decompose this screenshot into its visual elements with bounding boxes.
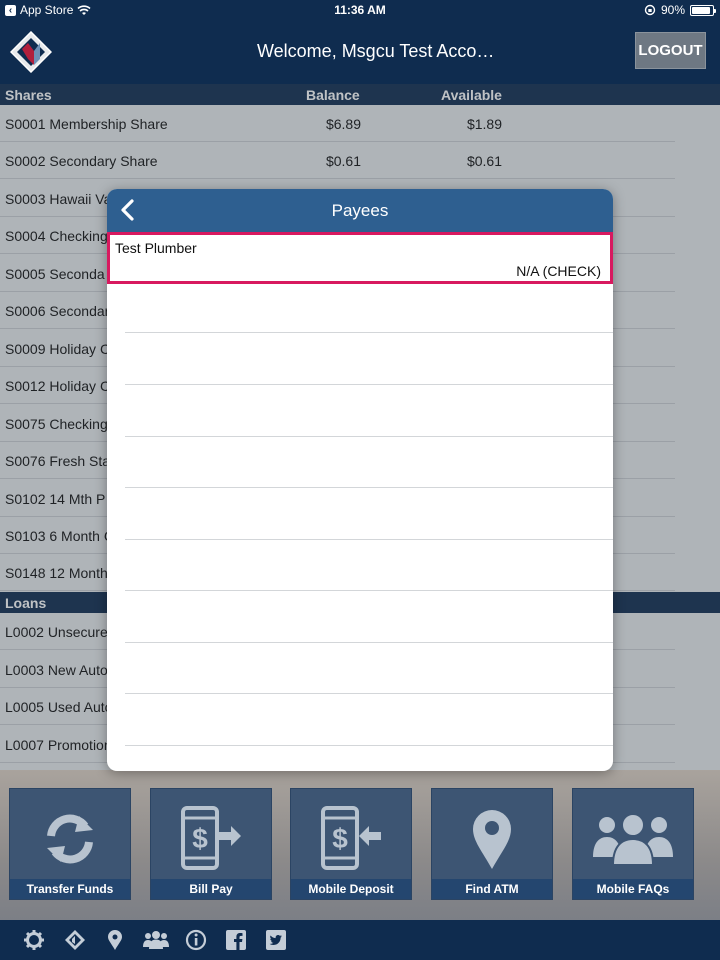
status-bar: ‹ App Store 11:36 AM 90%: [0, 0, 720, 20]
find-atm-tile[interactable]: Find ATM: [431, 788, 553, 900]
rotation-lock-icon: [644, 4, 656, 16]
mobile-deposit-tile[interactable]: $ Mobile Deposit: [290, 788, 412, 900]
location-icon[interactable]: [104, 929, 126, 951]
twitter-icon[interactable]: [265, 929, 287, 951]
empty-row-divider: [125, 693, 613, 694]
app-header: Welcome, Msgcu Test Acco… LOGOUT: [0, 20, 720, 84]
modal-header: Payees: [107, 189, 613, 232]
empty-row-divider: [125, 436, 613, 437]
logout-button[interactable]: LOGOUT: [635, 32, 706, 69]
tile-label: Find ATM: [432, 879, 552, 899]
welcome-text: Welcome, Msgcu Test Acco…: [257, 41, 495, 61]
facebook-icon[interactable]: [225, 929, 247, 951]
battery-percent: 90%: [660, 3, 685, 17]
tile-label: Bill Pay: [151, 879, 271, 899]
empty-row-divider: [125, 384, 613, 385]
empty-row-divider: [125, 487, 613, 488]
empty-row-divider: [125, 590, 613, 591]
gear-icon[interactable]: [23, 929, 45, 951]
empty-row-divider: [125, 539, 613, 540]
svg-text:$: $: [332, 823, 348, 854]
info-icon[interactable]: [185, 929, 207, 951]
payee-name: Test Plumber: [115, 240, 197, 256]
phone-dollar-out-icon: $: [181, 806, 241, 870]
bill-pay-tile[interactable]: $ Bill Pay: [150, 788, 272, 900]
payee-row-selected[interactable]: Test Plumber N/A (CHECK): [107, 232, 613, 284]
tile-label: Mobile FAQs: [573, 879, 693, 899]
tile-label: Mobile Deposit: [291, 879, 411, 899]
transfer-funds-tile[interactable]: Transfer Funds: [9, 788, 131, 900]
status-time: 11:36 AM: [334, 3, 386, 17]
phone-dollar-in-icon: $: [321, 806, 381, 870]
payee-type: N/A (CHECK): [516, 263, 601, 279]
empty-row-divider: [125, 332, 613, 333]
empty-row-divider: [125, 745, 613, 746]
svg-text:$: $: [192, 823, 208, 854]
refresh-icon: [47, 814, 93, 864]
modal-title: Payees: [331, 201, 389, 220]
mobile-faqs-tile[interactable]: Mobile FAQs: [572, 788, 694, 900]
payees-modal: Payees Test Plumber N/A (CHECK): [107, 189, 613, 771]
people-icon[interactable]: [142, 929, 170, 951]
people-icon: [593, 813, 673, 866]
empty-row-divider: [125, 642, 613, 643]
logo-icon[interactable]: [64, 929, 86, 951]
battery-icon: [690, 4, 716, 16]
map-pin-icon: [473, 810, 511, 869]
tile-label: Transfer Funds: [10, 879, 130, 899]
bottom-toolbar: [0, 920, 720, 960]
logo-icon: [10, 31, 52, 73]
